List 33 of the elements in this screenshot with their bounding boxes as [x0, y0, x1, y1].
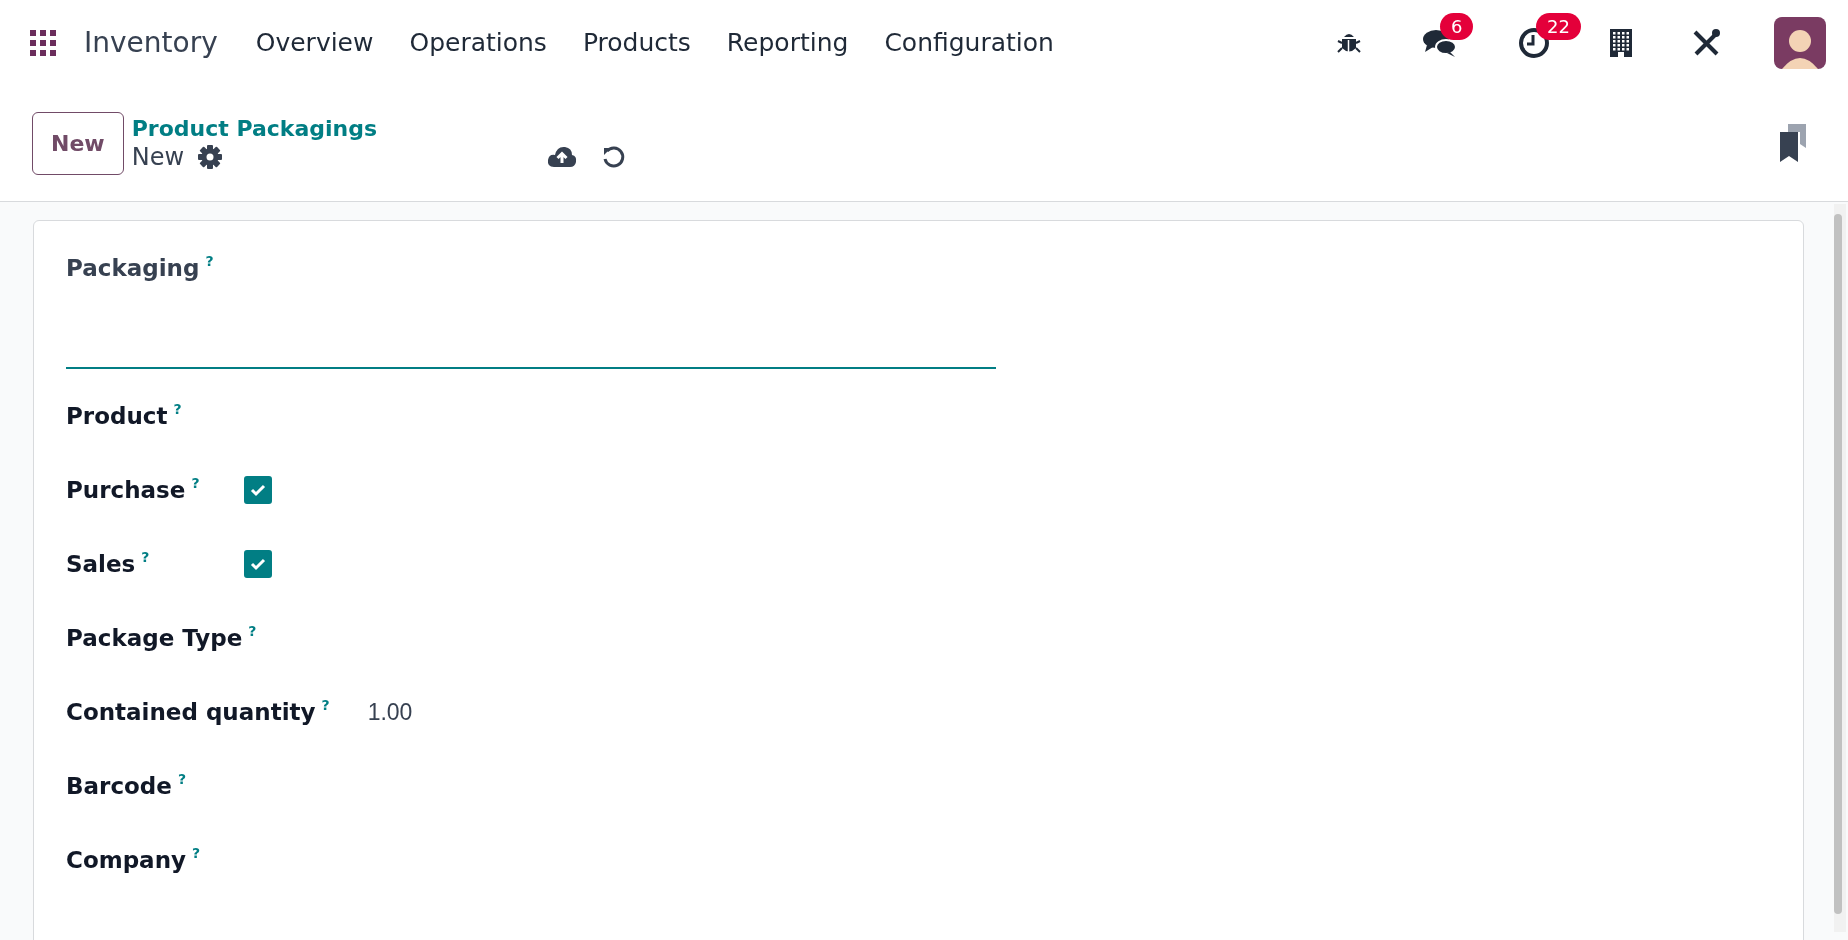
building-icon[interactable] — [1610, 28, 1632, 57]
menu-item[interactable]: Configuration — [866, 20, 1072, 65]
user-avatar[interactable] — [1774, 16, 1826, 69]
field-label: Sales ? — [66, 549, 151, 579]
field-label: Contained quantity ? — [66, 697, 330, 727]
bookmarks-icon[interactable] — [1780, 124, 1806, 162]
field-label: Barcode ? — [66, 771, 188, 801]
check-icon — [250, 557, 266, 571]
record-title: New — [131, 142, 185, 171]
new-button[interactable]: New — [32, 111, 124, 175]
settings-icon[interactable] — [198, 144, 223, 169]
menu-item[interactable]: Operations — [391, 20, 565, 65]
checkbox[interactable] — [244, 550, 272, 578]
menu-item[interactable]: Overview — [237, 20, 392, 65]
field-label: Company ? — [66, 845, 202, 875]
field-label: Purchase ? — [66, 475, 201, 505]
menu-item[interactable]: Products — [564, 20, 709, 65]
upload-cloud-icon[interactable] — [547, 144, 578, 168]
tools-icon[interactable] — [1692, 28, 1720, 57]
field-label: Package Type ? — [66, 623, 257, 653]
notification-badge: 6 — [1440, 12, 1474, 40]
field-label: Product ? — [66, 401, 183, 431]
menu-item[interactable]: Reporting — [708, 20, 867, 65]
breadcrumb-link[interactable]: Product Packagings — [131, 115, 378, 141]
checkbox[interactable] — [244, 476, 272, 504]
apps-menu-icon[interactable] — [30, 29, 56, 56]
check-icon — [250, 483, 266, 497]
notification-badge: 22 — [1536, 12, 1581, 40]
app-name[interactable]: Inventory — [84, 26, 218, 59]
field-label: Packaging ? — [66, 253, 215, 283]
field-value[interactable]: 1.00 — [367, 698, 413, 726]
scrollbar[interactable] — [1834, 204, 1846, 932]
clock-icon[interactable] — [1518, 26, 1550, 59]
